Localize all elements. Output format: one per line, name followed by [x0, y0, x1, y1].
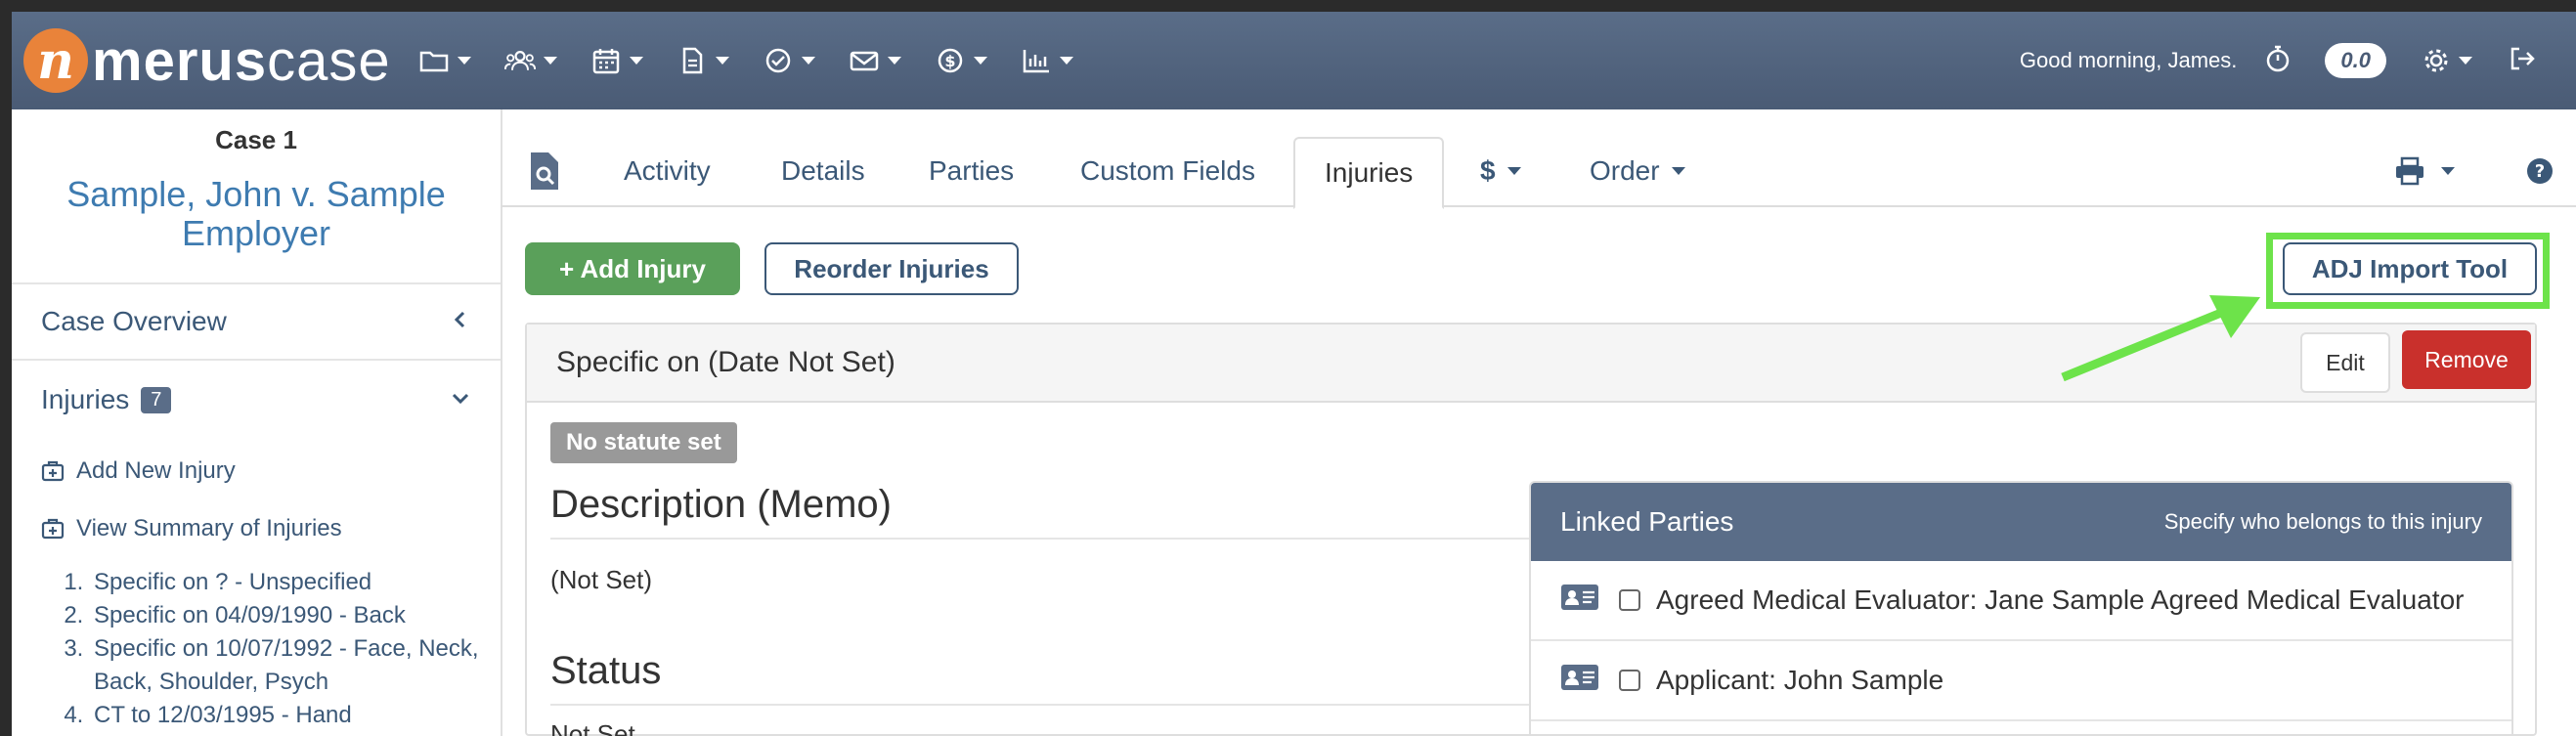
tab-money-label: $	[1480, 155, 1496, 186]
adj-import-tool-button[interactable]: ADJ Import Tool	[2283, 242, 2537, 295]
billing-menu[interactable]: $	[935, 41, 987, 80]
app-window: n meruscase $ Good morning, James. 0.0 C…	[12, 12, 2576, 736]
medkit-icon	[41, 460, 65, 482]
tab-custom-fields[interactable]: Custom Fields	[1080, 139, 1255, 203]
tab-order[interactable]: Order	[1590, 139, 1685, 203]
users-menu[interactable]	[503, 41, 557, 80]
annotation-arrow-icon	[2061, 295, 2260, 382]
tab-activity[interactable]: Activity	[624, 139, 711, 203]
injury-list-item[interactable]: CT to 12/03/1995 - Hand	[90, 699, 501, 732]
logo-text-bold: merus	[92, 28, 268, 93]
divider	[550, 704, 1577, 706]
calendar-icon	[592, 49, 619, 74]
linked-parties-header: Linked Parties Specify who belongs to th…	[1531, 483, 2511, 561]
injury-list-item[interactable]: Specific on 10/07/1992 - Face, Neck, Bac…	[90, 632, 501, 699]
description-heading: Description (Memo)	[550, 483, 892, 526]
linked-party-row[interactable]: Applicant: John Sample	[1531, 641, 2511, 721]
logout-button[interactable]	[2508, 44, 2537, 78]
document-icon	[682, 47, 702, 74]
tab-order-label: Order	[1590, 155, 1660, 186]
case-title[interactable]: Sample, John v. Sample Employer	[12, 175, 501, 253]
check-circle-icon	[765, 48, 790, 73]
contact-card-icon	[1560, 582, 1599, 620]
reports-menu[interactable]	[1021, 41, 1073, 80]
svg-text:?: ?	[2535, 161, 2545, 182]
tab-money[interactable]: $	[1480, 139, 1521, 203]
case-sidebar: Case 1 Sample, John v. Sample Employer C…	[12, 109, 502, 736]
medkit-icon	[41, 518, 65, 540]
chevron-left-icon[interactable]	[450, 306, 471, 337]
add-new-injury-link[interactable]: Add New Injury	[12, 439, 501, 503]
svg-text:$: $	[944, 52, 955, 70]
stopwatch-icon	[2267, 45, 2290, 71]
chevron-down-icon[interactable]	[450, 384, 471, 415]
tab-parties[interactable]: Parties	[929, 139, 1014, 203]
linked-party-row[interactable]: Agreed Medical Evaluator: Jane Sample Ag…	[1531, 561, 2511, 641]
case-overview-label: Case Overview	[41, 306, 227, 336]
tab-injuries[interactable]: Injuries	[1293, 137, 1445, 209]
party-checkbox[interactable]	[1619, 670, 1640, 691]
linked-parties-title: Linked Parties	[1560, 506, 1734, 537]
linked-party-label: Applicant: John Sample	[1656, 665, 1944, 695]
print-menu[interactable]	[2394, 139, 2455, 203]
mail-menu[interactable]	[849, 41, 901, 80]
contact-card-icon	[1560, 662, 1599, 700]
logo-mark: n	[23, 28, 88, 93]
bar-chart-icon	[1023, 50, 1049, 73]
injuries-section-header[interactable]: Injuries 7	[12, 361, 501, 439]
case-label: Case 1	[215, 125, 297, 154]
party-checkbox[interactable]	[1619, 589, 1640, 611]
injury-list-item[interactable]: Specific on ? - Unspecified	[90, 566, 501, 599]
settings-menu[interactable]	[2422, 46, 2472, 75]
document-menu[interactable]	[677, 41, 729, 80]
stopwatch-button[interactable]	[2264, 44, 2292, 78]
linked-parties-subtitle: Specify who belongs to this injury	[2163, 509, 2482, 534]
status-value: Not Set	[550, 719, 635, 736]
linked-parties-panel: Linked Parties Specify who belongs to th…	[1529, 481, 2513, 736]
view-summary-link[interactable]: View Summary of Injuries	[12, 503, 501, 554]
gear-icon	[2424, 49, 2448, 72]
merus-logo[interactable]: n meruscase	[23, 28, 391, 94]
help-icon: ?	[2527, 158, 2553, 184]
add-new-injury-label: Add New Injury	[76, 457, 236, 484]
greeting-text: Good morning, James.	[2019, 48, 2238, 72]
add-injury-button[interactable]: + Add Injury	[525, 242, 740, 295]
statute-badge: No statute set	[550, 422, 737, 463]
users-icon	[503, 51, 536, 70]
print-icon	[2396, 156, 2423, 186]
remove-button[interactable]: Remove	[2402, 330, 2531, 389]
top-navbar: n meruscase $ Good morning, James. 0.0	[12, 12, 2576, 109]
tab-bar: Activity Details Parties Custom Fields I…	[501, 109, 2576, 209]
injury-list-item[interactable]: Specific on 04/09/1990 - Back	[90, 599, 501, 632]
main-content: Activity Details Parties Custom Fields I…	[501, 109, 2576, 736]
timer-badge[interactable]: 0.0	[2325, 43, 2386, 78]
envelope-icon	[850, 51, 878, 71]
logo-text-light: case	[267, 28, 391, 93]
tab-search[interactable]	[527, 139, 562, 203]
injury-header-title: Specific on (Date Not Set)	[556, 346, 895, 378]
injury-list: Specific on ? - Unspecified Specific on …	[12, 566, 501, 732]
case-overview-link[interactable]: Case Overview	[12, 282, 501, 361]
status-heading: Status	[550, 649, 662, 692]
folder-icon	[419, 51, 448, 72]
document-search-icon	[531, 152, 558, 190]
help-button[interactable]: ?	[2524, 139, 2555, 203]
tab-details[interactable]: Details	[781, 139, 865, 203]
divider	[550, 538, 1577, 540]
dollar-icon: $	[938, 48, 962, 73]
edit-button[interactable]: Edit	[2300, 332, 2390, 393]
tasks-menu[interactable]	[763, 41, 815, 80]
reorder-injuries-button[interactable]: Reorder Injuries	[764, 242, 1019, 295]
injuries-count-badge: 7	[141, 386, 172, 413]
folder-menu[interactable]	[418, 41, 471, 80]
logout-icon	[2511, 47, 2535, 69]
linked-party-label: Agreed Medical Evaluator: Jane Sample Ag…	[1656, 584, 2465, 615]
view-summary-label: View Summary of Injuries	[76, 515, 342, 541]
injuries-label: Injuries	[41, 384, 130, 414]
description-value: (Not Set)	[550, 565, 653, 594]
calendar-menu[interactable]	[590, 41, 643, 80]
